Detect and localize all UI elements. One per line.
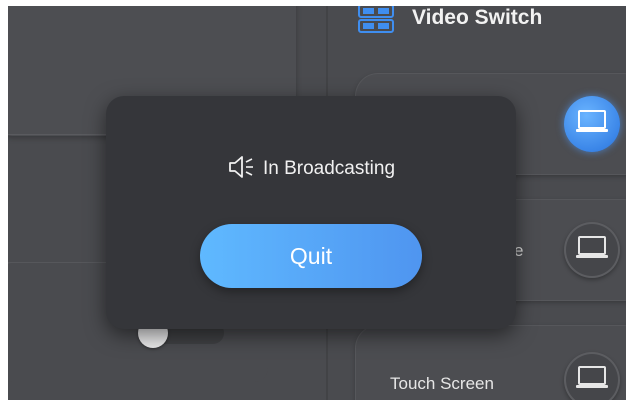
laptop-icon bbox=[575, 109, 609, 140]
source-card-3[interactable]: Touch Screen bbox=[356, 326, 626, 400]
laptop-icon bbox=[575, 365, 609, 396]
source-select-button-2[interactable] bbox=[564, 222, 620, 278]
video-switch-title: Video Switch bbox=[412, 6, 543, 29]
source-select-button-1[interactable] bbox=[564, 96, 620, 152]
laptop-icon bbox=[575, 235, 609, 266]
source-label-3: Touch Screen bbox=[390, 374, 494, 393]
broadcast-status: In Broadcasting bbox=[106, 154, 516, 184]
status-text: In Broadcasting bbox=[262, 158, 396, 179]
app-screen: Video Switch e Touch Screen In Broadcast… bbox=[8, 6, 626, 400]
quit-button[interactable]: Quit bbox=[200, 224, 422, 288]
speaker-icon bbox=[227, 154, 257, 185]
broadcast-dialog: In Broadcasting Quit bbox=[106, 96, 516, 329]
video-switch-icon bbox=[358, 6, 394, 34]
source-select-button-3[interactable] bbox=[564, 352, 620, 400]
